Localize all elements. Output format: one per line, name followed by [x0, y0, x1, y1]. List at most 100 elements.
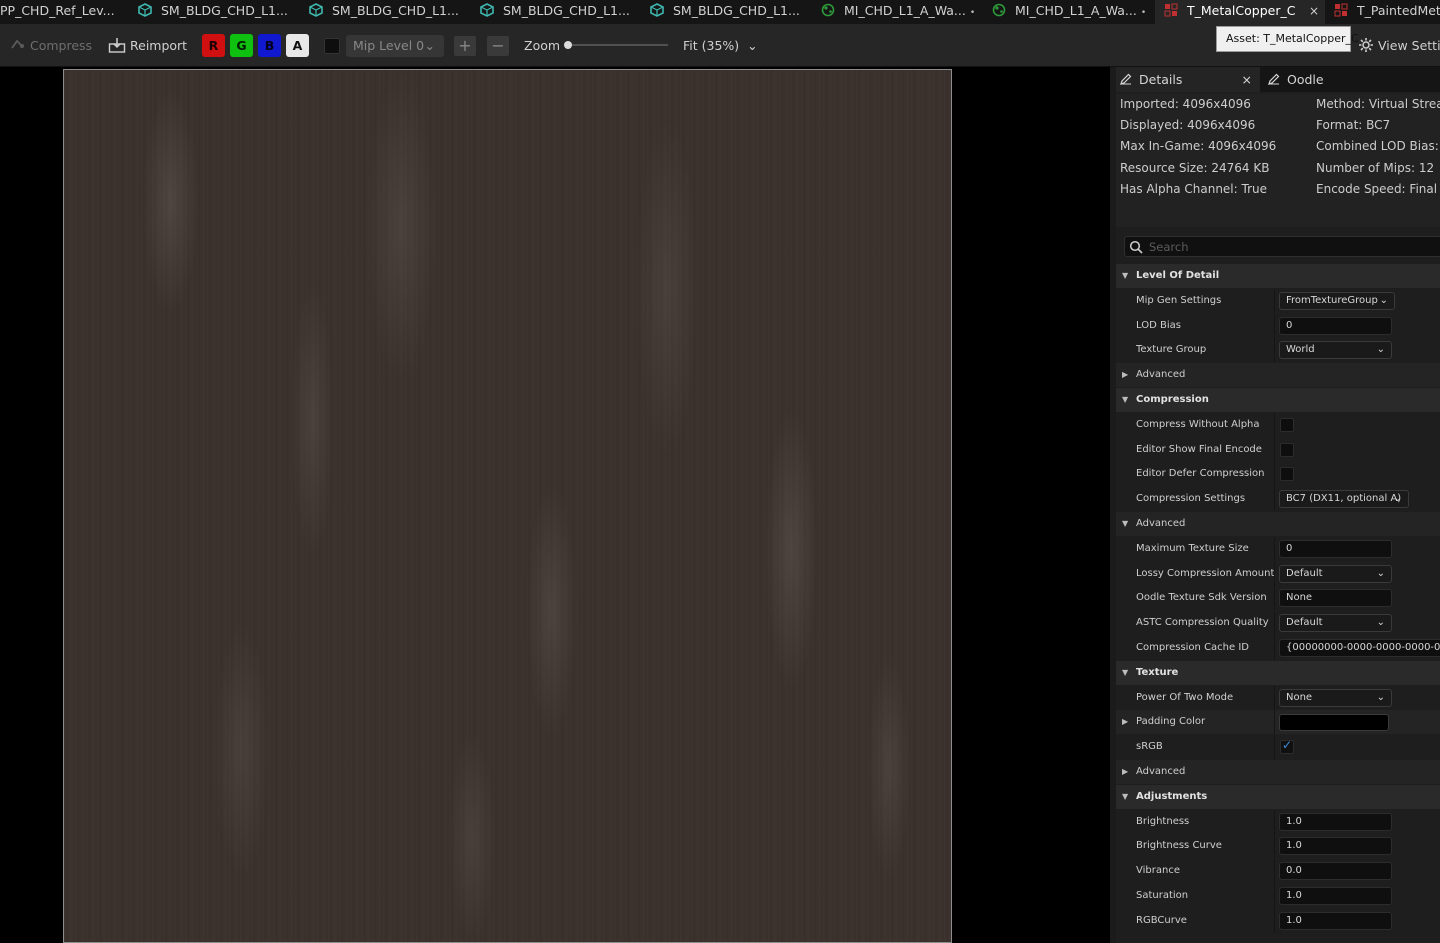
property-value-dropdown[interactable]: World ⌄	[1279, 341, 1392, 359]
search-input[interactable]	[1149, 237, 1439, 256]
property-value-dropdown[interactable]: Default ⌄	[1279, 614, 1392, 632]
column-splitter[interactable]	[1274, 686, 1275, 710]
mip-decrease-button[interactable]: −	[487, 36, 509, 56]
property-value-field[interactable]: 1.0	[1279, 887, 1392, 905]
checkmark-icon: ✓	[1282, 738, 1293, 752]
property-value-field[interactable]: 1.0	[1279, 912, 1392, 930]
red-channel-toggle[interactable]: R	[202, 34, 225, 57]
view-settings-button[interactable]: View Settin	[1358, 24, 1440, 67]
expand-arrow-down-icon[interactable]: ▼	[1122, 264, 1128, 288]
column-splitter[interactable]	[1274, 834, 1275, 858]
details-search-box[interactable]	[1124, 236, 1440, 257]
fit-zoom-dropdown[interactable]: Fit (35%) ⌄	[683, 24, 758, 67]
column-splitter[interactable]	[1274, 413, 1275, 437]
category-level-of-detail[interactable]: ▼ Level Of Detail	[1116, 264, 1440, 288]
property-checkbox[interactable]	[1280, 418, 1294, 432]
column-splitter[interactable]	[1274, 735, 1275, 759]
zoom-slider-thumb[interactable]	[564, 41, 572, 49]
property-checkbox[interactable]	[1280, 443, 1294, 457]
tab-texture-active[interactable]: T_MetalCopper_C ×	[1155, 0, 1325, 24]
property-checkbox[interactable]	[1280, 467, 1294, 481]
tab-static-mesh-4[interactable]: SM_BLDG_CHD_L1...	[650, 0, 810, 24]
texture-icon	[1334, 3, 1348, 17]
group-padding-color[interactable]: ▶ Padding Color	[1116, 710, 1440, 734]
green-channel-toggle[interactable]: G	[230, 34, 253, 57]
property-label: sRGB	[1136, 741, 1163, 752]
property-value-dropdown[interactable]: None ⌄	[1279, 689, 1392, 707]
tab-label: MI_CHD_L1_A_Wa...	[844, 3, 966, 18]
property-value-dropdown[interactable]: FromTextureGroup ⌄	[1279, 292, 1395, 310]
column-splitter[interactable]	[1274, 289, 1275, 313]
gear-icon	[1359, 38, 1373, 52]
tab-label: MI_CHD_L1_A_Wa...	[1015, 3, 1137, 18]
category-compression[interactable]: ▼ Compression	[1116, 388, 1440, 412]
expand-arrow-down-icon[interactable]: ▼	[1122, 512, 1128, 536]
close-panel-icon[interactable]: ×	[1242, 67, 1252, 92]
tab-static-mesh-2[interactable]: SM_BLDG_CHD_L1...	[309, 0, 469, 24]
expand-arrow-right-icon[interactable]: ▶	[1122, 363, 1128, 387]
column-splitter[interactable]	[1274, 636, 1275, 660]
property-value-field[interactable]: {00000000-0000-0000-0000-000	[1279, 639, 1440, 657]
column-splitter[interactable]	[1274, 562, 1275, 586]
tab-oodle[interactable]: Oodle	[1264, 67, 1384, 92]
property-value-dropdown[interactable]: BC7 (DX11, optional A) ⌄	[1279, 490, 1409, 508]
texture-viewport[interactable]	[0, 67, 1110, 943]
dropdown-value: Default	[1286, 617, 1323, 628]
column-splitter[interactable]	[1274, 810, 1275, 834]
tab-static-mesh-3[interactable]: SM_BLDG_CHD_L1...	[480, 0, 640, 24]
column-splitter[interactable]	[1274, 487, 1275, 511]
category-texture[interactable]: ▼ Texture	[1116, 661, 1440, 685]
tab-material-instance-1[interactable]: MI_CHD_L1_A_Wa... •	[821, 0, 981, 24]
group-advanced[interactable]: ▶ Advanced	[1116, 760, 1440, 784]
column-splitter[interactable]	[1274, 537, 1275, 561]
reimport-button[interactable]: Reimport	[108, 24, 187, 67]
column-splitter[interactable]	[1274, 438, 1275, 462]
column-splitter[interactable]	[1274, 884, 1275, 908]
property-value-field[interactable]: 0	[1279, 540, 1392, 558]
expand-arrow-down-icon[interactable]: ▼	[1122, 661, 1128, 685]
column-splitter[interactable]	[1274, 909, 1275, 933]
property-value-field[interactable]: None	[1279, 589, 1392, 607]
property-value-field[interactable]: 0.0	[1279, 862, 1392, 880]
property-label: Editor Defer Compression	[1136, 468, 1265, 479]
close-tab-icon[interactable]: ×	[1309, 0, 1319, 22]
mip-level-dropdown[interactable]: Mip Level 0 ⌄	[346, 35, 444, 57]
tab-level[interactable]: PP_CHD_Ref_Lev...	[0, 0, 128, 24]
category-adjustments[interactable]: ▼ Adjustments	[1116, 785, 1440, 809]
compress-label: Compress	[30, 38, 93, 53]
property-astc-compression-quality: ASTC Compression Quality Default ⌄	[1116, 611, 1440, 635]
column-splitter[interactable]	[1274, 462, 1275, 486]
column-splitter[interactable]	[1274, 314, 1275, 338]
group-advanced[interactable]: ▶ Advanced	[1116, 363, 1440, 387]
column-splitter[interactable]	[1274, 859, 1275, 883]
column-splitter[interactable]	[1274, 710, 1275, 734]
mip-increase-button[interactable]: +	[454, 36, 476, 56]
group-advanced[interactable]: ▼ Advanced	[1116, 512, 1440, 536]
expand-arrow-down-icon[interactable]: ▼	[1122, 388, 1128, 412]
column-splitter[interactable]	[1274, 611, 1275, 635]
tab-texture-2[interactable]: T_PaintedMeta	[1334, 0, 1440, 24]
property-value-dropdown[interactable]: Default ⌄	[1279, 565, 1392, 583]
column-splitter[interactable]	[1274, 586, 1275, 610]
compress-button[interactable]: Compress	[10, 24, 92, 67]
expand-arrow-right-icon[interactable]: ▶	[1122, 760, 1128, 784]
expand-arrow-right-icon[interactable]: ▶	[1122, 710, 1128, 734]
background-color-swatch[interactable]	[324, 38, 340, 54]
unsaved-indicator: •	[969, 8, 976, 18]
property-checkbox[interactable]: ✓	[1280, 738, 1294, 754]
color-swatch[interactable]	[1279, 714, 1389, 731]
property-value-field[interactable]: 1.0	[1279, 813, 1392, 831]
expand-arrow-down-icon[interactable]: ▼	[1122, 785, 1128, 809]
blue-channel-toggle[interactable]: B	[258, 34, 281, 57]
alpha-channel-toggle[interactable]: A	[286, 34, 309, 57]
column-splitter[interactable]	[1274, 338, 1275, 362]
tab-details[interactable]: Details ×	[1116, 67, 1260, 92]
tab-material-instance-2[interactable]: MI_CHD_L1_A_Wa... •	[992, 0, 1152, 24]
property-value-field[interactable]: 0	[1279, 317, 1392, 335]
info-encode-speed: Encode Speed: Final	[1316, 182, 1438, 196]
tab-static-mesh-1[interactable]: SM_BLDG_CHD_L1...	[138, 0, 298, 24]
plus-icon: +	[458, 36, 472, 55]
asset-tooltip: Asset: T_MetalCopper_C	[1216, 26, 1359, 52]
property-value-field[interactable]: 1.0	[1279, 837, 1392, 855]
zoom-slider-track[interactable]	[566, 44, 668, 46]
